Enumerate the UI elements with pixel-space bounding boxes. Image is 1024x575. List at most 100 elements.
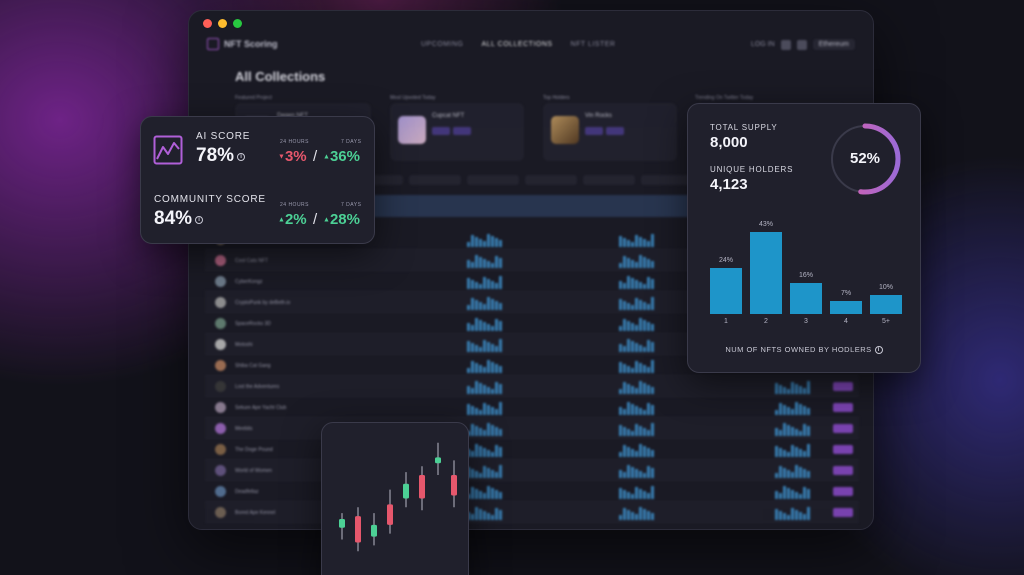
- holders-card[interactable]: Vin Rocks: [543, 103, 677, 161]
- table-row[interactable]: Deadfellaz: [205, 481, 859, 502]
- row-action-tag[interactable]: [833, 445, 853, 454]
- candle-body: [387, 504, 393, 525]
- info-icon[interactable]: i: [237, 152, 246, 161]
- candle-body: [355, 516, 361, 543]
- chain-selector[interactable]: Ethereum: [812, 39, 855, 50]
- up-arrow-icon: ▲: [323, 216, 330, 224]
- holders-bar: [790, 283, 822, 314]
- sparkline: [775, 401, 810, 415]
- nav-links: UPCOMING ALL COLLECTIONS NFT LISTER: [421, 41, 615, 48]
- row-action-tag[interactable]: [833, 424, 853, 433]
- collection-avatar: [215, 297, 226, 308]
- holders-bar-chart: 24% 1 43% 2 16% 3 7% 4 10% 5+: [688, 104, 920, 372]
- community-24h-change: ▲2%: [278, 211, 307, 228]
- table-row[interactable]: Meebits: [205, 418, 859, 439]
- info-icon[interactable]: i: [874, 346, 883, 355]
- collection-name: Lost the Adventures: [235, 384, 280, 390]
- nav-all-collections[interactable]: ALL COLLECTIONS: [482, 41, 553, 48]
- collection-avatar: [215, 402, 226, 413]
- filter-chip[interactable]: [467, 175, 519, 185]
- ai-24h-change: ▼3%: [278, 148, 307, 165]
- collection-avatar: [215, 486, 226, 497]
- table-row[interactable]: World of Women: [205, 460, 859, 481]
- sparkline: [619, 401, 654, 415]
- nav-nft-lister[interactable]: NFT LISTER: [571, 41, 616, 48]
- candle-body: [435, 457, 441, 464]
- discord-icon[interactable]: [796, 39, 807, 50]
- sparkline: [467, 317, 502, 331]
- table-row[interactable]: The Doge Pound: [205, 439, 859, 460]
- table-row[interactable]: Bored Ape Kennel: [205, 502, 859, 523]
- section-upvoted-label: Most Upvoted Today: [390, 95, 436, 101]
- nav-upcoming[interactable]: UPCOMING: [421, 41, 464, 48]
- row-action-tag[interactable]: [833, 487, 853, 496]
- candlestick-chart: [339, 442, 457, 552]
- candle-body: [403, 483, 409, 499]
- sparkline: [619, 464, 654, 478]
- bar-data-label: 7%: [840, 289, 852, 297]
- collection-name: Cool Cats NFT: [235, 258, 269, 264]
- collection-avatar: [215, 318, 226, 329]
- sparkline: [467, 422, 502, 436]
- collection-avatar: [215, 423, 226, 434]
- ai-7d-label: 7 DAYS: [341, 139, 362, 145]
- filter-chip[interactable]: [409, 175, 461, 185]
- collection-avatar: [215, 444, 226, 455]
- info-icon[interactable]: i: [195, 215, 204, 224]
- bar-category-label: 4: [844, 318, 848, 325]
- sparkline: [619, 338, 654, 352]
- sparkline: [775, 380, 810, 394]
- holders-bar: [750, 232, 782, 314]
- sparkline: [467, 233, 502, 247]
- bar-category-label: 2: [764, 318, 768, 325]
- sparkline: [775, 464, 810, 478]
- filter-chip[interactable]: [641, 175, 693, 185]
- down-arrow-icon: ▼: [278, 153, 285, 161]
- close-window-button[interactable]: [203, 19, 212, 28]
- window-controls: [203, 19, 242, 28]
- community-score-value: 84%: [154, 208, 193, 229]
- bar-data-label: 43%: [758, 221, 773, 228]
- row-action-tag[interactable]: [833, 403, 853, 412]
- bar-category-label: 5+: [882, 318, 890, 325]
- upvoted-card[interactable]: Cupcat NFT: [390, 103, 524, 161]
- community-7d-label: 7 DAYS: [341, 202, 362, 208]
- sparkline: [619, 254, 654, 268]
- collection-avatar: [215, 465, 226, 476]
- score-card: AI SCORE 78% i 24 HOURS 7 DAYS ▼3% / ▲36%…: [140, 116, 375, 244]
- filter-chip[interactable]: [525, 175, 577, 185]
- sparkline: [467, 443, 502, 457]
- upvoted-thumbnail: [398, 116, 426, 144]
- twitter-icon[interactable]: [780, 39, 791, 50]
- bar-data-label: 24%: [718, 257, 733, 265]
- collection-name: Sekure Ape Yacht Club: [235, 405, 287, 411]
- sparkline: [619, 275, 654, 289]
- ai-score-value-wrap: 78% i: [196, 145, 246, 167]
- sparkline: [619, 443, 654, 457]
- sparkline: [467, 401, 502, 415]
- section-trending-label: Trending On Twitter Today: [695, 95, 754, 101]
- maximize-window-button[interactable]: [233, 19, 242, 28]
- upvoted-tags: [432, 127, 471, 135]
- table-row[interactable]: Lost the Adventures: [205, 376, 859, 397]
- minimize-window-button[interactable]: [218, 19, 227, 28]
- bar-chart-footer: NUM OF NFTS OWNED BY HODLERS i: [688, 345, 920, 355]
- candle-body: [451, 475, 457, 496]
- login-link[interactable]: LOG IN: [751, 41, 775, 48]
- supply-card: TOTAL SUPPLY 8,000 UNIQUE HOLDERS 4,123 …: [687, 103, 921, 373]
- collection-avatar: [215, 255, 226, 266]
- collection-name: The Doge Pound: [235, 447, 273, 453]
- community-7d-change: ▲28%: [323, 211, 360, 228]
- table-row[interactable]: Sekure Ape Yacht Club: [205, 397, 859, 418]
- row-action-tag[interactable]: [833, 466, 853, 475]
- holders-tags: [585, 127, 624, 135]
- row-action-tag[interactable]: [833, 382, 853, 391]
- collection-avatar: [215, 360, 226, 371]
- filter-chip[interactable]: [583, 175, 635, 185]
- sparkline: [775, 422, 810, 436]
- sparkline: [467, 485, 502, 499]
- collection-name: Motoshi: [235, 342, 253, 348]
- row-action-tag[interactable]: [833, 508, 853, 517]
- app-logo[interactable]: NFT Scoring: [207, 38, 278, 50]
- sparkline: [619, 485, 654, 499]
